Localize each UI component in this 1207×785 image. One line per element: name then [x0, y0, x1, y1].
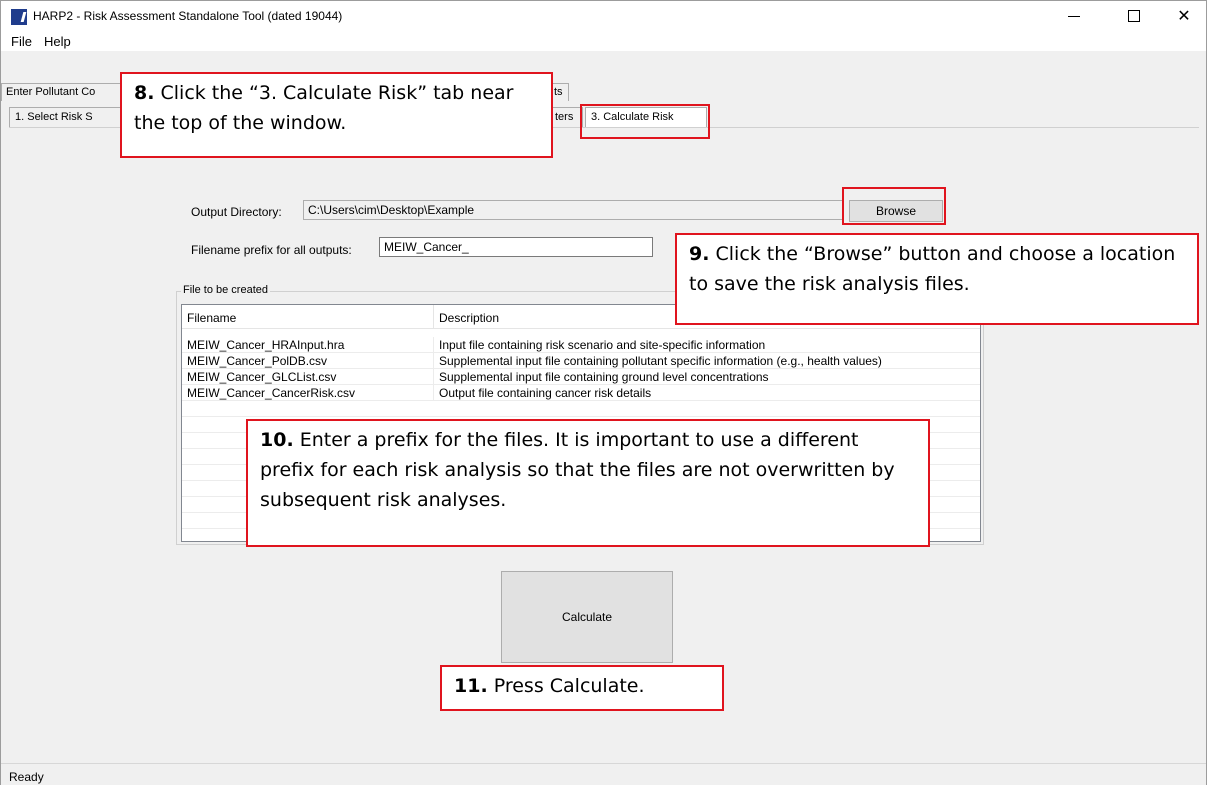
table-row[interactable]: MEIW_Cancer_GLCList.csv Supplemental inp…	[182, 369, 980, 385]
table-row[interactable]: MEIW_Cancer_HRAInput.hra Input file cont…	[182, 337, 980, 353]
empty-row	[182, 401, 980, 417]
status-bar: Ready	[1, 763, 1206, 785]
minimize-icon	[1068, 15, 1080, 17]
description-cell: Output file containing cancer risk detai…	[434, 385, 980, 401]
maximize-button[interactable]	[1111, 1, 1157, 31]
close-icon: ✕	[1177, 8, 1191, 25]
app-icon	[11, 9, 27, 25]
callout-step-8: 8. Click the “3. Calculate Risk” tab nea…	[120, 72, 553, 158]
filename-cell: MEIW_Cancer_HRAInput.hra	[182, 337, 434, 353]
description-cell: Supplemental input file containing groun…	[434, 369, 980, 385]
table-row[interactable]: MEIW_Cancer_PolDB.csv Supplemental input…	[182, 353, 980, 369]
callout-10-text: Enter a prefix for the files. It is impo…	[260, 429, 895, 511]
status-text: Ready	[9, 770, 44, 784]
callout-step-9: 9. Click the “Browse” button and choose …	[675, 233, 1199, 325]
callout-9-number: 9.	[689, 243, 710, 265]
callout-8-text: Click the “3. Calculate Risk” tab near t…	[134, 82, 514, 134]
callout-9-text: Click the “Browse” button and choose a l…	[689, 243, 1176, 295]
prefix-input[interactable]: MEIW_Cancer_	[379, 237, 653, 257]
prefix-label: Filename prefix for all outputs:	[191, 243, 352, 257]
menu-file[interactable]: File	[11, 34, 32, 49]
filename-cell: MEIW_Cancer_GLCList.csv	[182, 369, 434, 385]
callout-step-11: 11. Press Calculate.	[440, 665, 724, 711]
minimize-button[interactable]	[1051, 1, 1097, 31]
callout-8-number: 8.	[134, 82, 155, 104]
output-directory-field[interactable]: C:\Users\cim\Desktop\Example	[303, 200, 843, 220]
title-bar: HARP2 - Risk Assessment Standalone Tool …	[1, 1, 1206, 31]
tab-enter-pollutant[interactable]: Enter Pollutant Co	[1, 83, 121, 101]
filename-cell: MEIW_Cancer_CancerRisk.csv	[182, 385, 434, 401]
callout-10-number: 10.	[260, 429, 294, 451]
description-cell: Supplemental input file containing pollu…	[434, 353, 980, 369]
output-directory-label: Output Directory:	[191, 205, 282, 219]
files-group-title: File to be created	[181, 284, 270, 296]
calculate-button[interactable]: Calculate	[501, 571, 673, 663]
filename-cell: MEIW_Cancer_PolDB.csv	[182, 353, 434, 369]
menu-bar: File Help	[1, 31, 1206, 51]
description-cell: Input file containing risk scenario and …	[434, 337, 980, 353]
highlight-browse-button	[842, 187, 946, 225]
maximize-icon	[1128, 10, 1140, 22]
close-button[interactable]: ✕	[1161, 1, 1207, 31]
tab-parameters[interactable]: ters	[549, 107, 583, 127]
menu-help[interactable]: Help	[44, 34, 71, 49]
highlight-calculate-tab	[580, 104, 710, 139]
callout-11-text: Press Calculate.	[487, 675, 645, 697]
callout-11-number: 11.	[454, 675, 488, 697]
column-filename[interactable]: Filename	[182, 305, 434, 329]
callout-step-10: 10. Enter a prefix for the files. It is …	[246, 419, 930, 547]
window-title: HARP2 - Risk Assessment Standalone Tool …	[33, 9, 343, 23]
table-row[interactable]: MEIW_Cancer_CancerRisk.csv Output file c…	[182, 385, 980, 401]
tab-select-risk[interactable]: 1. Select Risk S	[9, 107, 121, 127]
